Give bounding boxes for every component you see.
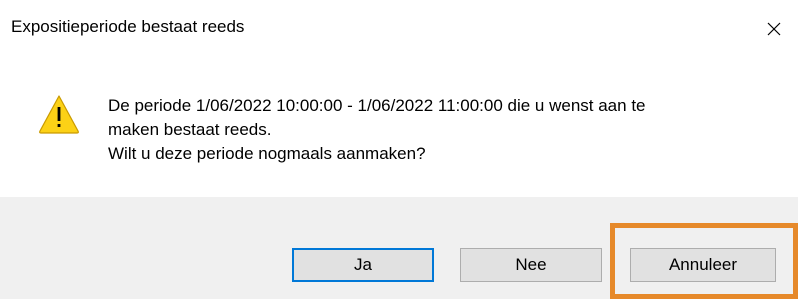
close-icon (767, 22, 781, 36)
yes-button[interactable]: Ja (292, 248, 434, 282)
message-line: De periode 1/06/2022 10:00:00 - 1/06/202… (108, 96, 646, 115)
warning-icon (39, 95, 79, 134)
message-dialog: Expositieperiode bestaat reeds De period… (0, 0, 798, 299)
dialog-message: De periode 1/06/2022 10:00:00 - 1/06/202… (108, 94, 778, 166)
dialog-title: Expositieperiode bestaat reeds (11, 17, 245, 36)
cancel-button[interactable]: Annuleer (630, 248, 776, 282)
title-bar: Expositieperiode bestaat reeds (0, 0, 798, 62)
message-line: Wilt u deze periode nogmaals aanmaken? (108, 144, 426, 163)
close-button[interactable] (750, 0, 798, 58)
message-line: maken bestaat reeds. (108, 120, 272, 139)
no-button[interactable]: Nee (460, 248, 602, 282)
